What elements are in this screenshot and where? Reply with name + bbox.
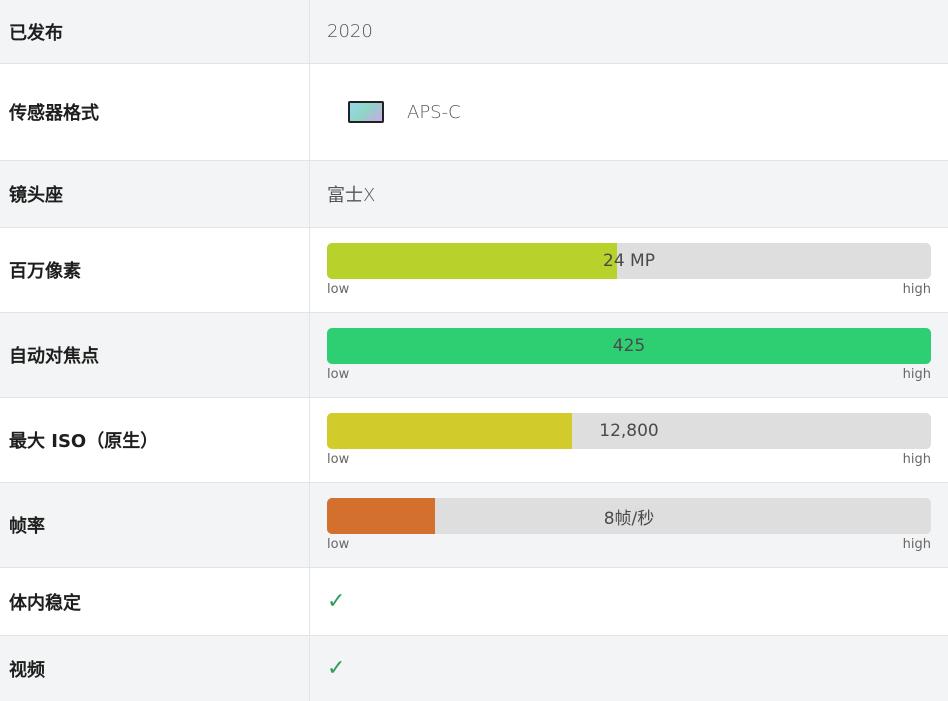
row-ibis: 体内稳定 ✓ (0, 568, 948, 636)
row-label: 传感器格式 (0, 64, 310, 160)
scale-high-label: high (902, 452, 931, 467)
row-value: 12,800 low high (310, 398, 948, 482)
checkmark-icon: ✓ (327, 655, 346, 681)
row-megapixels: 百万像素 24 MP low high (0, 228, 948, 313)
scale-low-label: low (327, 452, 350, 467)
row-value: 8帧/秒 low high (310, 483, 948, 567)
meter-value: 24 MP (603, 251, 655, 271)
checkmark-icon: ✓ (327, 588, 346, 614)
meter-value: 12,800 (599, 421, 659, 441)
scale-high-label: high (902, 282, 931, 297)
row-value: 富士X (310, 161, 948, 227)
scale-low-label: low (327, 367, 350, 382)
meter-track: 8帧/秒 (327, 498, 931, 534)
meter-track: 24 MP (327, 243, 931, 279)
scale-high-label: high (902, 537, 931, 552)
af-points-meter: 425 low high (327, 328, 931, 382)
scale-low-label: low (327, 282, 350, 297)
row-af-points: 自动对焦点 425 low high (0, 313, 948, 398)
row-value: 2020 (310, 0, 948, 63)
row-lens-mount: 镜头座 富士X (0, 161, 948, 228)
meter-track: 12,800 (327, 413, 931, 449)
row-value: 24 MP low high (310, 228, 948, 312)
row-video: 视频 ✓ (0, 636, 948, 701)
meter-value: 8帧/秒 (603, 508, 655, 529)
spec-table: 已发布 2020 传感器格式 APS-C 镜头座 富士X 百万像素 24 MP (0, 0, 948, 701)
row-label: 体内稳定 (0, 568, 310, 635)
row-max-iso: 最大 ISO（原生） 12,800 low high (0, 398, 948, 483)
row-frame-rate: 帧率 8帧/秒 low high (0, 483, 948, 568)
row-label: 自动对焦点 (0, 313, 310, 397)
sensor-icon (348, 101, 384, 123)
sensor-format-value: APS-C (407, 101, 461, 123)
released-year: 2020 (327, 21, 373, 42)
row-label: 已发布 (0, 0, 310, 63)
row-label: 镜头座 (0, 161, 310, 227)
row-sensor-format: 传感器格式 APS-C (0, 64, 948, 161)
row-value: APS-C (310, 64, 948, 160)
lens-mount-value: 富士X (327, 185, 376, 206)
row-label: 视频 (0, 636, 310, 701)
row-label: 百万像素 (0, 228, 310, 312)
megapixels-meter: 24 MP low high (327, 243, 931, 297)
scale-low-label: low (327, 537, 350, 552)
row-released: 已发布 2020 (0, 0, 948, 64)
meter-track: 425 (327, 328, 931, 364)
scale-high-label: high (902, 367, 931, 382)
row-label: 最大 ISO（原生） (0, 398, 310, 482)
frame-rate-meter: 8帧/秒 low high (327, 498, 931, 552)
row-value: ✓ (310, 636, 948, 701)
row-value: 425 low high (310, 313, 948, 397)
meter-value: 425 (612, 336, 646, 356)
row-label: 帧率 (0, 483, 310, 567)
row-value: ✓ (310, 568, 948, 635)
max-iso-meter: 12,800 low high (327, 413, 931, 467)
